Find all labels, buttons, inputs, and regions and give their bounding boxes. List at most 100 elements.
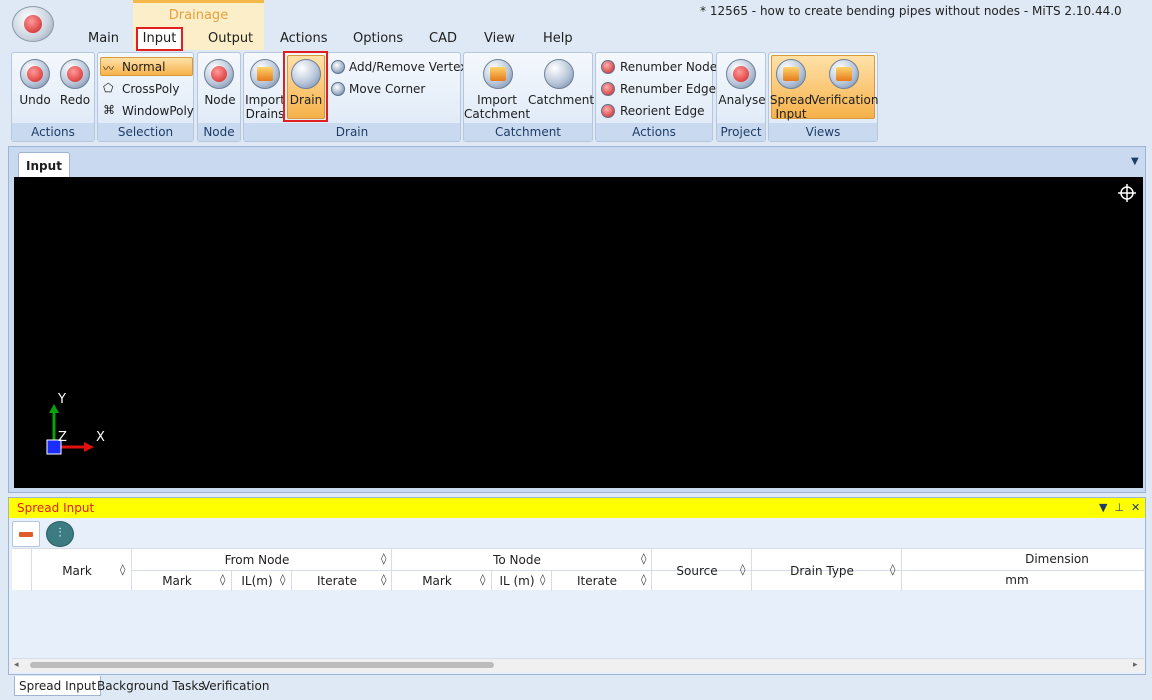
import-catchment-label-1[interactable]: Import	[464, 93, 530, 107]
ribbon-group-drain: Import Drains Drain Add/Remove Vertex Mo…	[243, 52, 467, 142]
ribbon-group-actions-2: Renumber Node Renumber Edge Reorient Edg…	[595, 52, 717, 142]
sort-icon[interactable]: ◊	[220, 573, 225, 586]
tab-input[interactable]: Input	[136, 27, 183, 51]
ribbon-group-views: Spread Input Verification Views	[768, 52, 878, 142]
sort-icon[interactable]: ◊	[641, 552, 646, 565]
group-label-drain: Drain	[244, 123, 460, 141]
header-row-divider	[131, 570, 1144, 571]
group-label-actions: Actions	[12, 123, 94, 141]
axis-x-label: X	[96, 430, 105, 445]
axis-z-label: Z	[58, 430, 67, 445]
move-corner-icon	[331, 82, 345, 96]
col-to-il[interactable]: IL (m)	[492, 574, 542, 588]
scroll-right-icon[interactable]: ▸	[1133, 660, 1138, 670]
col-to-iterate[interactable]: Iterate	[552, 574, 642, 588]
col-to-node[interactable]: To Node	[392, 553, 642, 567]
tab-actions[interactable]: Actions	[280, 31, 328, 46]
column-settings-icon[interactable]: ⫶	[46, 521, 74, 547]
window-title: * 12565 - how to create bending pipes wi…	[700, 4, 1122, 18]
undo-icon[interactable]	[20, 59, 50, 89]
col-dimension-unit: mm	[1005, 573, 1029, 587]
group-label-catchment: Catchment	[464, 123, 592, 141]
tab-cad[interactable]: CAD	[429, 31, 457, 46]
import-catchment-label-2[interactable]: Catchment	[464, 107, 530, 121]
sort-icon[interactable]: ◊	[280, 573, 285, 586]
bottom-tab-background-tasks[interactable]: Background Tasks	[93, 676, 209, 696]
col-mark[interactable]: Mark	[32, 564, 122, 578]
redo-icon[interactable]	[60, 59, 90, 89]
renumber-edge-icon	[601, 82, 615, 96]
renumber-edge-button[interactable]: Renumber Edge	[620, 82, 716, 96]
col-drain-type[interactable]: Drain Type	[752, 564, 892, 578]
col-from-iterate[interactable]: Iterate	[292, 574, 382, 588]
ribbon-group-catchment: Import Catchment Catchment Catchment	[463, 52, 594, 142]
sort-icon[interactable]: ◊	[480, 573, 485, 586]
drawing-canvas[interactable]: Y Z X	[14, 177, 1143, 488]
import-catchment-icon[interactable]	[483, 59, 513, 89]
sort-icon[interactable]: ◊	[381, 573, 386, 586]
bottom-tab-spread-input[interactable]: Spread Input	[14, 676, 102, 696]
tab-main[interactable]: Main	[88, 31, 119, 46]
normal-icon: 〰	[103, 62, 114, 75]
sort-icon[interactable]: ◊	[540, 573, 545, 586]
scroll-left-icon[interactable]: ◂	[14, 660, 19, 670]
crosspoly-icon: ⬠	[103, 81, 114, 95]
col-from-il[interactable]: IL(m)	[232, 574, 282, 588]
spread-table-header: Mark ◊ From Node ◊ To Node ◊ Source ◊ Dr…	[12, 548, 1144, 591]
reorient-edge-button[interactable]: Reorient Edge	[620, 104, 705, 118]
bottom-tab-verification[interactable]: Verification	[198, 676, 273, 696]
scrollbar-thumb[interactable]	[30, 662, 494, 668]
catchment-icon[interactable]	[544, 59, 574, 89]
normal-button[interactable]: Normal	[122, 60, 165, 74]
mits-logo-icon[interactable]	[12, 6, 54, 42]
remove-row-button[interactable]	[12, 521, 40, 547]
spread-input-label-1[interactable]: Spread	[769, 93, 813, 107]
col-from-mark[interactable]: Mark	[132, 574, 222, 588]
verification-button[interactable]: Verification	[811, 93, 878, 107]
spread-input-icon[interactable]	[776, 59, 806, 89]
windowpoly-button[interactable]: WindowPoly	[122, 104, 194, 118]
col-to-mark[interactable]: Mark	[392, 574, 482, 588]
sort-icon[interactable]: ◊	[381, 552, 386, 565]
import-drains-label-1[interactable]: Import	[244, 93, 286, 107]
move-corner-button[interactable]: Move Corner	[349, 82, 425, 96]
tab-help[interactable]: Help	[543, 31, 573, 46]
analyse-button[interactable]: Analyse	[717, 93, 767, 107]
minus-icon	[19, 532, 33, 537]
col-source[interactable]: Source	[652, 564, 742, 578]
col-from-node[interactable]: From Node	[132, 553, 382, 567]
sort-icon[interactable]: ◊	[120, 563, 125, 576]
spread-input-label-2[interactable]: Input	[769, 107, 813, 121]
tab-output[interactable]: Output	[208, 31, 253, 46]
pane-close-icon[interactable]: ✕	[1131, 501, 1140, 514]
redo-button[interactable]: Redo	[54, 93, 96, 107]
ribbon-group-project: Analyse Project	[716, 52, 766, 142]
sort-icon[interactable]: ◊	[740, 563, 745, 576]
spread-input-title: Spread Input	[17, 501, 95, 515]
group-label-selection: Selection	[98, 123, 193, 141]
renumber-node-button[interactable]: Renumber Node	[620, 60, 717, 74]
ribbon-group-node: Node Node	[197, 52, 241, 142]
import-drains-label-2[interactable]: Drains	[244, 107, 286, 121]
pane-dropdown-icon[interactable]: ▼	[1099, 501, 1107, 514]
import-drains-icon[interactable]	[250, 59, 280, 89]
spread-input-header	[9, 498, 1145, 518]
node-icon[interactable]	[204, 59, 234, 89]
pane-pin-icon[interactable]: ⊥	[1111, 501, 1128, 514]
crosspoly-button[interactable]: CrossPoly	[122, 82, 179, 96]
canvas-overlay	[46, 184, 1136, 455]
col-dimension[interactable]: Dimension	[902, 552, 1152, 566]
add-remove-vertex-button[interactable]: Add/Remove Vertex	[349, 60, 467, 74]
sort-icon[interactable]: ◊	[890, 563, 895, 576]
analyse-icon[interactable]	[726, 59, 756, 89]
sort-icon[interactable]: ◊	[641, 573, 646, 586]
reorient-edge-icon	[601, 104, 615, 118]
node-button[interactable]: Node	[198, 93, 242, 107]
catchment-button[interactable]: Catchment	[528, 93, 594, 107]
document-dropdown-icon[interactable]: ▼	[1131, 156, 1139, 167]
undo-button[interactable]: Undo	[14, 93, 56, 107]
tab-view[interactable]: View	[484, 31, 515, 46]
tab-options[interactable]: Options	[353, 31, 403, 46]
document-tab-input[interactable]: Input	[18, 152, 70, 178]
verification-icon[interactable]	[829, 59, 859, 89]
